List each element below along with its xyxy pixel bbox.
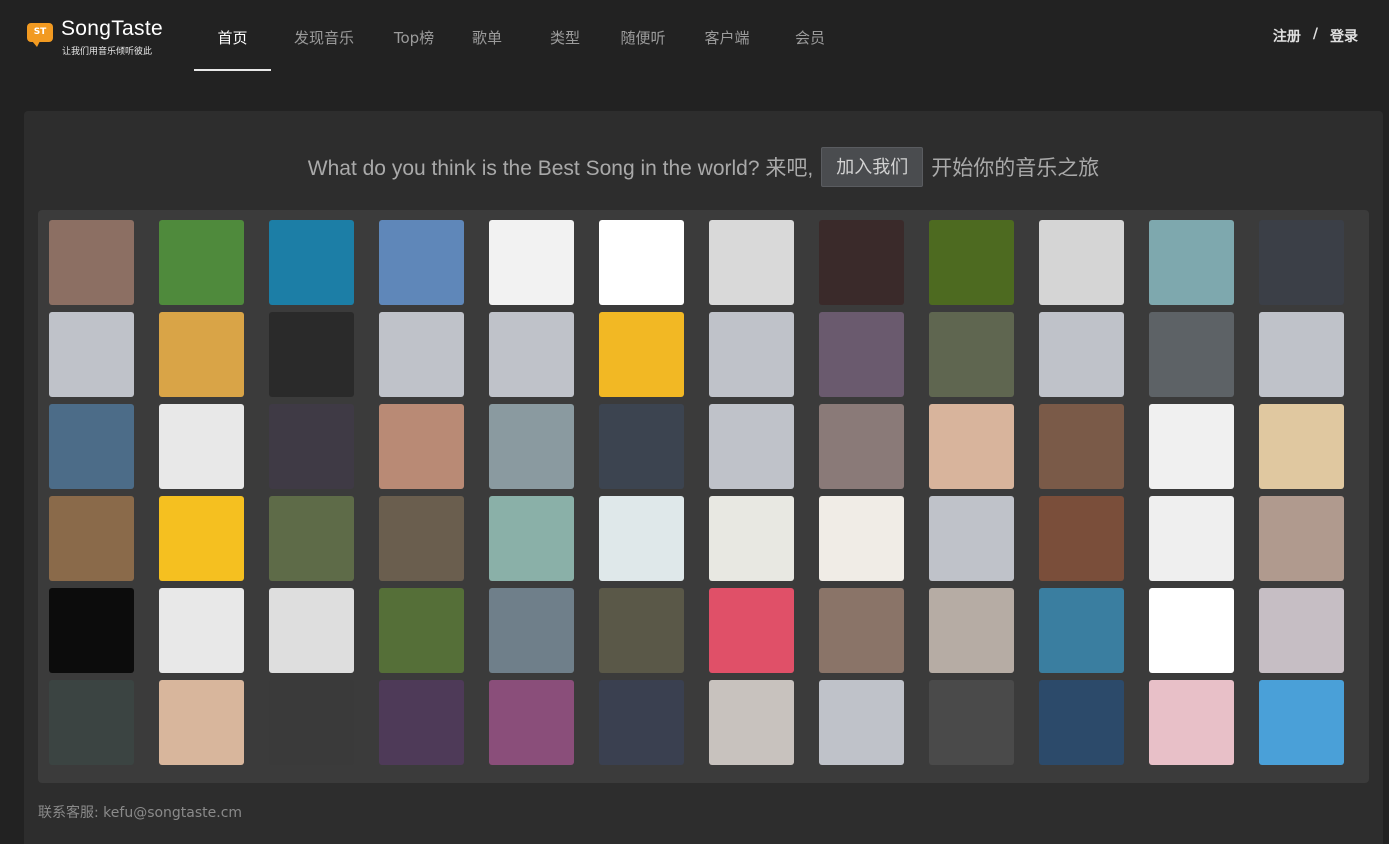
user-avatar[interactable]: [159, 220, 244, 305]
user-avatar[interactable]: [819, 680, 904, 765]
user-avatar[interactable]: [709, 588, 794, 673]
user-avatar[interactable]: [709, 496, 794, 581]
user-avatar[interactable]: [49, 220, 134, 305]
user-avatar[interactable]: [489, 588, 574, 673]
user-avatar[interactable]: [1259, 496, 1344, 581]
user-avatar[interactable]: [819, 588, 904, 673]
user-avatar[interactable]: [159, 588, 244, 673]
user-avatar[interactable]: [489, 496, 574, 581]
register-link[interactable]: 注册: [1273, 26, 1301, 46]
user-avatar[interactable]: [49, 496, 134, 581]
site-logo[interactable]: ST SongTaste 让我们用音乐倾听彼此: [27, 17, 187, 61]
user-avatar[interactable]: [49, 680, 134, 765]
user-avatar[interactable]: [929, 588, 1014, 673]
user-avatar[interactable]: [269, 588, 354, 673]
user-avatar[interactable]: [269, 680, 354, 765]
user-avatar[interactable]: [159, 680, 244, 765]
user-avatar[interactable]: [269, 404, 354, 489]
nav-playlists[interactable]: 歌单: [459, 0, 515, 72]
user-avatar[interactable]: [159, 404, 244, 489]
user-avatar[interactable]: [709, 680, 794, 765]
user-avatar[interactable]: [49, 404, 134, 489]
user-avatar[interactable]: [819, 404, 904, 489]
user-avatar[interactable]: [1039, 220, 1124, 305]
nav-genres[interactable]: 类型: [537, 0, 593, 72]
user-avatar[interactable]: [1149, 496, 1234, 581]
user-avatar[interactable]: [1259, 588, 1344, 673]
user-avatar[interactable]: [929, 404, 1014, 489]
user-avatar[interactable]: [379, 680, 464, 765]
auth-links: 注册 / 登录: [1273, 26, 1358, 46]
user-avatar[interactable]: [1259, 404, 1344, 489]
user-avatar[interactable]: [269, 312, 354, 397]
user-avatar[interactable]: [379, 404, 464, 489]
user-avatar[interactable]: [1149, 404, 1234, 489]
user-avatar[interactable]: [1149, 220, 1234, 305]
user-avatar[interactable]: [1039, 496, 1124, 581]
user-avatar[interactable]: [819, 220, 904, 305]
user-avatar[interactable]: [819, 496, 904, 581]
user-avatar[interactable]: [1149, 312, 1234, 397]
login-link[interactable]: 登录: [1330, 26, 1358, 46]
user-avatar[interactable]: [1259, 220, 1344, 305]
user-avatar[interactable]: [1039, 588, 1124, 673]
nav-random[interactable]: 随便听: [610, 0, 676, 72]
nav-top-chart[interactable]: Top榜: [381, 0, 447, 72]
user-avatar[interactable]: [929, 312, 1014, 397]
user-avatar[interactable]: [269, 496, 354, 581]
main-nav: 首页 发现音乐 Top榜 歌单 类型 随便听 客户端 会员: [194, 0, 838, 72]
top-header: ST SongTaste 让我们用音乐倾听彼此 首页 发现音乐 Top榜 歌单 …: [0, 0, 1389, 72]
user-avatar[interactable]: [929, 220, 1014, 305]
logo-badge-icon: ST: [27, 23, 53, 47]
user-avatar[interactable]: [929, 680, 1014, 765]
user-avatar[interactable]: [1259, 312, 1344, 397]
hero-tail: 开始你的音乐之旅: [931, 157, 1100, 180]
user-avatar[interactable]: [599, 220, 684, 305]
user-avatar[interactable]: [1149, 588, 1234, 673]
user-avatar[interactable]: [599, 496, 684, 581]
nav-discover[interactable]: 发现音乐: [281, 0, 367, 72]
user-avatar[interactable]: [1039, 680, 1124, 765]
user-avatar[interactable]: [819, 312, 904, 397]
user-avatar[interactable]: [1149, 680, 1234, 765]
user-avatar[interactable]: [1259, 680, 1344, 765]
user-avatar[interactable]: [709, 220, 794, 305]
user-avatar[interactable]: [49, 312, 134, 397]
user-avatar[interactable]: [1039, 312, 1124, 397]
user-avatar[interactable]: [1039, 404, 1124, 489]
nav-client[interactable]: 客户端: [694, 0, 760, 72]
user-avatar[interactable]: [379, 496, 464, 581]
user-avatar[interactable]: [709, 404, 794, 489]
user-avatar[interactable]: [599, 404, 684, 489]
user-avatar[interactable]: [159, 312, 244, 397]
user-avatar[interactable]: [709, 312, 794, 397]
avatar-wall: [38, 210, 1369, 783]
nav-home[interactable]: 首页: [194, 0, 271, 72]
user-avatar[interactable]: [599, 312, 684, 397]
user-avatar[interactable]: [379, 220, 464, 305]
logo-tagline: 让我们用音乐倾听彼此: [62, 47, 153, 57]
user-avatar[interactable]: [929, 496, 1014, 581]
footer-contact: 联系客服: kefu@songtaste.cm: [38, 805, 243, 821]
hero-banner: What do you think is the Best Song in th…: [24, 147, 1383, 187]
user-avatar[interactable]: [599, 588, 684, 673]
user-avatar[interactable]: [379, 588, 464, 673]
logo-name: SongTaste: [61, 17, 163, 40]
user-avatar[interactable]: [489, 404, 574, 489]
user-avatar[interactable]: [49, 588, 134, 673]
user-avatar[interactable]: [269, 220, 354, 305]
user-avatar[interactable]: [379, 312, 464, 397]
user-avatar[interactable]: [159, 496, 244, 581]
main-panel: What do you think is the Best Song in th…: [24, 111, 1383, 844]
join-button[interactable]: 加入我们: [821, 147, 924, 187]
auth-separator: /: [1312, 26, 1318, 42]
hero-question: What do you think is the Best Song in th…: [307, 157, 814, 180]
user-avatar[interactable]: [489, 220, 574, 305]
user-avatar[interactable]: [489, 680, 574, 765]
avatar-grid: [49, 220, 1344, 765]
user-avatar[interactable]: [599, 680, 684, 765]
user-avatar[interactable]: [489, 312, 574, 397]
nav-member[interactable]: 会员: [782, 0, 838, 72]
